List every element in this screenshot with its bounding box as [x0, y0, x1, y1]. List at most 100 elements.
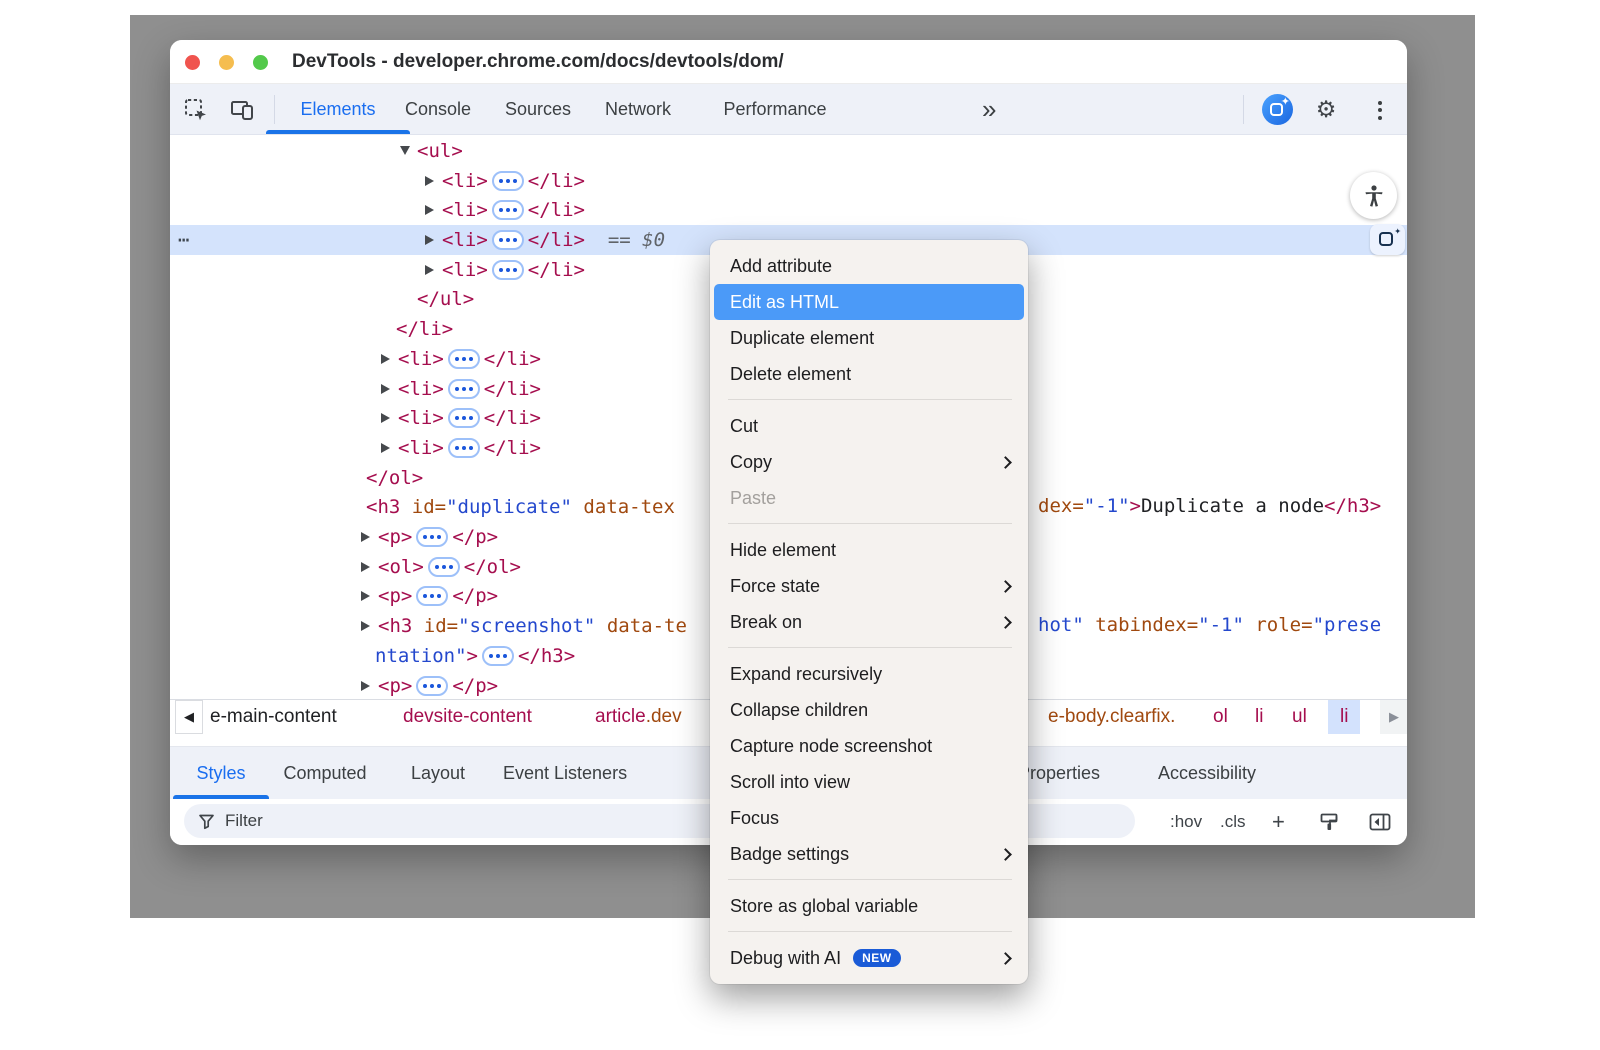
inline-expand-icon[interactable]	[416, 527, 448, 547]
inline-expand-icon[interactable]	[492, 200, 524, 220]
inline-expand-icon[interactable]	[492, 171, 524, 191]
menu-item-delete-element[interactable]: Delete element	[710, 356, 1028, 392]
expand-arrow-icon[interactable]	[361, 562, 370, 572]
menu-item-edit-as-html[interactable]: Edit as HTML	[714, 284, 1024, 320]
expand-arrow-icon[interactable]	[361, 621, 370, 631]
tab-console[interactable]: Console	[386, 84, 490, 134]
tab-styles[interactable]: Styles	[173, 747, 269, 799]
expand-arrow-icon[interactable]	[381, 354, 390, 364]
rendering-brush-icon[interactable]	[1318, 799, 1340, 845]
expand-arrow-icon[interactable]	[425, 265, 434, 275]
accessibility-person-icon	[1361, 183, 1387, 209]
menu-item-badge-settings[interactable]: Badge settings	[710, 836, 1028, 872]
title-bar: DevTools - developer.chrome.com/docs/dev…	[170, 40, 1407, 84]
settings-gear-icon[interactable]: ⚙	[1312, 96, 1340, 124]
menu-item-break-on[interactable]: Break on	[710, 604, 1028, 640]
active-tab-underline	[266, 130, 410, 134]
new-badge: NEW	[853, 949, 901, 967]
tab-layout[interactable]: Layout	[400, 747, 476, 799]
dom-row-ul-open[interactable]: <ul>	[170, 136, 1407, 166]
breadcrumb-forward-icon[interactable]: ▶	[1380, 700, 1407, 734]
more-tabs-icon[interactable]: »	[982, 84, 994, 134]
menu-separator	[728, 931, 1012, 932]
window-title: DevTools - developer.chrome.com/docs/dev…	[292, 40, 784, 84]
dom-row-li[interactable]: <li></li>	[170, 166, 1407, 196]
menu-item-hide-element[interactable]: Hide element	[710, 532, 1028, 568]
collapse-arrow-icon[interactable]	[400, 146, 410, 155]
ai-assistance-icon[interactable]: ✦	[1262, 94, 1293, 125]
menu-item-copy[interactable]: Copy	[710, 444, 1028, 480]
menu-item-debug-with-ai[interactable]: Debug with AINEW	[710, 940, 1028, 976]
toggle-class-button[interactable]: .cls	[1220, 799, 1246, 845]
menu-item-add-attribute[interactable]: Add attribute	[710, 248, 1028, 284]
menu-item-capture-node-screenshot[interactable]: Capture node screenshot	[710, 728, 1028, 764]
menu-item-expand-recursively[interactable]: Expand recursively	[710, 656, 1028, 692]
toolbar-divider-right	[1243, 95, 1244, 124]
menu-item-duplicate-element[interactable]: Duplicate element	[710, 320, 1028, 356]
breadcrumb-item[interactable]: e-body.clearfix.	[1048, 700, 1175, 734]
kebab-menu-icon[interactable]	[1366, 96, 1394, 124]
expand-arrow-icon[interactable]	[361, 681, 370, 691]
expand-arrow-icon[interactable]	[361, 591, 370, 601]
menu-item-focus[interactable]: Focus	[710, 800, 1028, 836]
expand-arrow-icon[interactable]	[381, 413, 390, 423]
tab-accessibility[interactable]: Accessibility	[1158, 747, 1256, 799]
dom-row-li[interactable]: <li></li>	[170, 195, 1407, 225]
tab-properties[interactable]: Properties	[1018, 747, 1100, 799]
inline-expand-icon[interactable]	[448, 408, 480, 428]
breadcrumb-item[interactable]: article.dev	[595, 700, 682, 734]
inline-expand-icon[interactable]	[448, 379, 480, 399]
inline-expand-icon[interactable]	[492, 260, 524, 280]
inline-expand-icon[interactable]	[416, 676, 448, 696]
breadcrumb-item[interactable]: ol	[1213, 700, 1228, 734]
close-window-icon[interactable]	[185, 55, 200, 70]
toggle-sidebar-icon[interactable]	[1368, 799, 1392, 845]
inline-expand-icon[interactable]	[416, 586, 448, 606]
tab-sources[interactable]: Sources	[486, 84, 590, 134]
submenu-chevron-icon	[999, 580, 1012, 593]
breadcrumb-item-selected[interactable]: li	[1328, 700, 1360, 734]
expand-arrow-icon[interactable]	[381, 384, 390, 394]
inline-expand-icon[interactable]	[482, 646, 514, 666]
breadcrumb-item[interactable]: devsite-content	[403, 700, 532, 734]
submenu-chevron-icon	[999, 848, 1012, 861]
expand-arrow-icon[interactable]	[425, 176, 434, 186]
breadcrumb-item[interactable]: ul	[1292, 700, 1307, 734]
maximize-window-icon[interactable]	[253, 55, 268, 70]
ai-assist-node-icon[interactable]: ✦	[1370, 224, 1405, 255]
row-overflow-dots[interactable]: ⋯	[178, 229, 190, 251]
expand-arrow-icon[interactable]	[425, 235, 434, 245]
menu-separator	[728, 879, 1012, 880]
toggle-hover-state-button[interactable]: :hov	[1170, 799, 1202, 845]
tab-network[interactable]: Network	[586, 84, 690, 134]
accessibility-fab[interactable]	[1350, 172, 1397, 219]
tab-computed[interactable]: Computed	[269, 747, 381, 799]
inline-expand-icon[interactable]	[492, 230, 524, 250]
inline-expand-icon[interactable]	[428, 557, 460, 577]
context-menu: Add attribute Edit as HTML Duplicate ele…	[710, 240, 1028, 984]
expand-arrow-icon[interactable]	[361, 532, 370, 542]
filter-placeholder: Filter	[225, 811, 263, 831]
menu-separator	[728, 647, 1012, 648]
device-toolbar-icon[interactable]	[228, 96, 256, 124]
menu-item-force-state[interactable]: Force state	[710, 568, 1028, 604]
expand-arrow-icon[interactable]	[425, 205, 434, 215]
menu-item-store-as-global-variable[interactable]: Store as global variable	[710, 888, 1028, 924]
submenu-chevron-icon	[999, 456, 1012, 469]
menu-item-cut[interactable]: Cut	[710, 408, 1028, 444]
menu-item-collapse-children[interactable]: Collapse children	[710, 692, 1028, 728]
expand-arrow-icon[interactable]	[381, 443, 390, 453]
h3-screenshot-continuation: hot" tabindex="-1" role="prese	[1038, 611, 1381, 641]
dollar-zero-label: $0	[642, 229, 665, 251]
menu-item-scroll-into-view[interactable]: Scroll into view	[710, 764, 1028, 800]
breadcrumb-item[interactable]: e-main-content	[210, 700, 337, 734]
inspect-icon[interactable]	[182, 96, 210, 124]
h3-duplicate-continuation: dex="-1">Duplicate a node</h3>	[1038, 492, 1381, 522]
inline-expand-icon[interactable]	[448, 349, 480, 369]
tab-performance[interactable]: Performance	[700, 84, 850, 134]
breadcrumb-back-icon[interactable]: ◀	[175, 700, 203, 734]
breadcrumb-item[interactable]: li	[1255, 700, 1263, 734]
tab-event-listeners[interactable]: Event Listeners	[503, 747, 627, 799]
inline-expand-icon[interactable]	[448, 438, 480, 458]
minimize-window-icon[interactable]	[219, 55, 234, 70]
